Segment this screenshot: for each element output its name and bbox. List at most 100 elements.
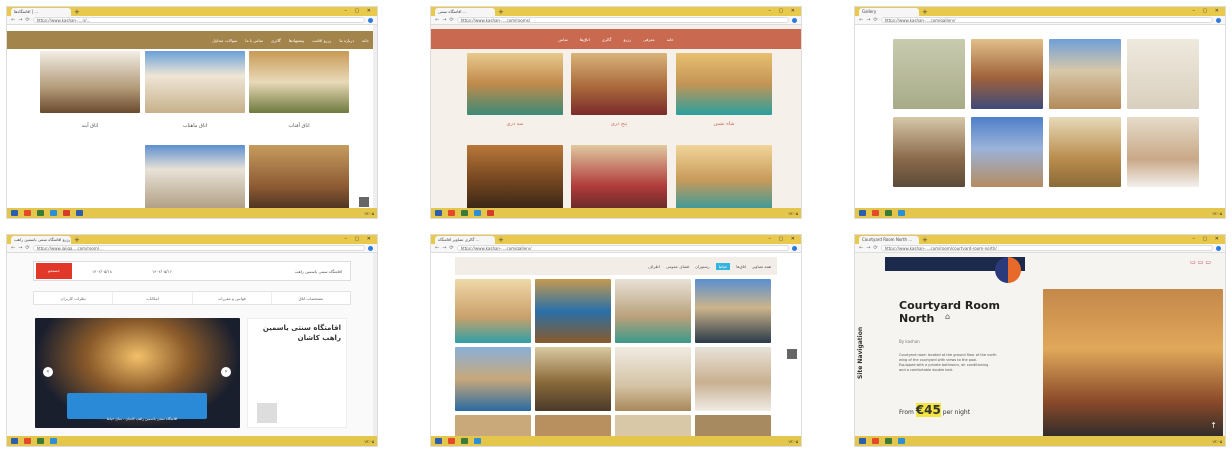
gallery-photo[interactable] [455,415,531,436]
reload-icon[interactable]: ⟳ [25,245,29,251]
back-icon[interactable]: ← [435,245,439,251]
reload-icon[interactable]: ⟳ [449,17,453,23]
site-navigation-label[interactable]: Site Navigation [857,327,864,379]
forward-icon[interactable]: → [18,245,22,251]
reload-icon[interactable]: ⟳ [449,245,453,251]
folder-icon[interactable] [461,210,468,216]
window-controls[interactable]: – ▢ ✕ [768,236,798,242]
filter-tab[interactable]: فضای عمومی [666,264,689,269]
new-tab-icon[interactable]: + [922,8,928,16]
forward-icon[interactable]: → [442,245,446,251]
back-icon[interactable]: ← [435,17,439,23]
gallery-photo[interactable] [1127,117,1199,187]
folder-icon[interactable] [885,210,892,216]
windows-start-icon[interactable] [11,438,18,444]
menu-item[interactable]: اتاق‌ها [580,37,590,42]
app-icon[interactable] [487,210,494,216]
room-photo[interactable] [249,145,349,208]
gallery-photo[interactable] [1049,39,1121,109]
profile-avatar[interactable] [368,245,373,251]
room-photo[interactable] [40,51,140,113]
filter-tab[interactable]: اتاق‌ها [736,264,746,269]
browser-icon[interactable] [24,438,31,444]
window-controls[interactable]: – ▢ ✕ [1192,236,1222,242]
back-icon[interactable]: ← [11,245,15,251]
gallery-photo[interactable] [455,347,531,411]
prev-arrow[interactable]: ‹ [43,367,53,377]
browser-tab[interactable]: اقامتگاه سنتی ... [435,8,495,16]
url-field[interactable]: https://www.kashan-....com/room/courtyar… [880,245,1213,251]
window-controls[interactable]: – ▢ ✕ [1192,8,1222,14]
back-icon[interactable]: ← [859,17,863,23]
app-icon[interactable] [50,210,57,216]
reload-icon[interactable]: ⟳ [873,17,877,23]
room-photo[interactable] [676,145,772,208]
menu-item[interactable]: سوالات متداول [212,38,237,43]
gallery-photo[interactable] [971,39,1043,109]
windows-start-icon[interactable] [859,438,866,444]
reload-icon[interactable]: ⟳ [873,245,877,251]
bookmark-icon[interactable]: ⌂ [945,312,950,321]
browser-icon[interactable] [448,438,455,444]
browser-tab[interactable]: گالری تصاویر اقامتگاه ... [435,236,495,244]
app-icon[interactable] [474,210,481,216]
site-logo[interactable] [995,257,1021,283]
menu-item[interactable]: خانه [667,37,674,42]
gallery-photo[interactable] [695,279,771,343]
url-field[interactable]: https://www.kashan-....com/gallery/ [456,245,789,251]
new-tab-icon[interactable]: + [74,236,80,244]
back-icon[interactable]: ← [859,245,863,251]
room-photo[interactable] [676,53,772,115]
browser-icon[interactable] [24,210,31,216]
filter-tab[interactable]: رستوران [695,264,710,269]
room-photo[interactable] [145,51,245,113]
menu-item[interactable]: تماس با ما [245,38,263,43]
menu-item[interactable]: تماس [558,37,568,42]
url-field[interactable]: https://www.jajiga....com/room/... [32,245,365,251]
room-photo[interactable] [571,145,667,208]
new-tab-icon[interactable]: + [74,8,80,16]
sub-tab[interactable]: مشخصات اتاق [270,292,350,304]
profile-avatar[interactable] [792,245,797,251]
filter-tab[interactable]: اطراف [648,264,660,269]
forward-icon[interactable]: → [18,17,22,23]
reload-icon[interactable]: ⟳ [25,17,29,23]
window-controls[interactable]: – ▢ ✕ [344,236,374,242]
app-icon[interactable] [63,210,70,216]
windows-start-icon[interactable] [435,438,442,444]
window-controls[interactable]: – ▢ ✕ [768,8,798,14]
profile-avatar[interactable] [1216,245,1221,251]
menu-item[interactable]: خانه [362,38,369,43]
room-photo[interactable] [467,145,563,208]
room-photo[interactable] [249,51,349,113]
gallery-photo[interactable] [535,279,611,343]
gallery-photo[interactable] [1127,39,1199,109]
sub-tab[interactable]: امکانات [112,292,191,304]
gallery-photo[interactable] [695,347,771,411]
url-field[interactable]: https://www.kashan-....ir/... [32,17,365,23]
browser-tab[interactable]: Gallery [859,8,919,16]
sub-tab[interactable]: قوانین و مقررات [191,292,271,304]
room-photo[interactable] [467,53,563,115]
room-photo[interactable] [1043,289,1223,436]
app-icon[interactable] [898,210,905,216]
back-icon[interactable]: ← [11,17,15,23]
gallery-photo[interactable] [535,347,611,411]
checkin-date[interactable]: ۱۴۰۲/۰۵/۱۶ [132,269,192,274]
search-input[interactable]: اقامتگاه سنتی یاسمین راهب [192,269,350,274]
scrollbar[interactable] [373,253,377,436]
filter-tab[interactable]: همه تصاویر [752,264,771,269]
gallery-photo[interactable] [615,347,691,411]
gallery-photo[interactable] [1049,117,1121,187]
profile-avatar[interactable] [792,17,797,23]
scroll-top-button[interactable] [359,197,369,207]
gallery-photo[interactable] [535,415,611,436]
gallery-photo[interactable] [893,39,965,109]
app-icon[interactable] [898,438,905,444]
windows-start-icon[interactable] [435,210,442,216]
forward-icon[interactable]: → [442,17,446,23]
gallery-photo[interactable] [615,279,691,343]
room-photo[interactable] [145,145,245,208]
gallery-photo[interactable] [893,117,965,187]
browser-icon[interactable] [872,438,879,444]
